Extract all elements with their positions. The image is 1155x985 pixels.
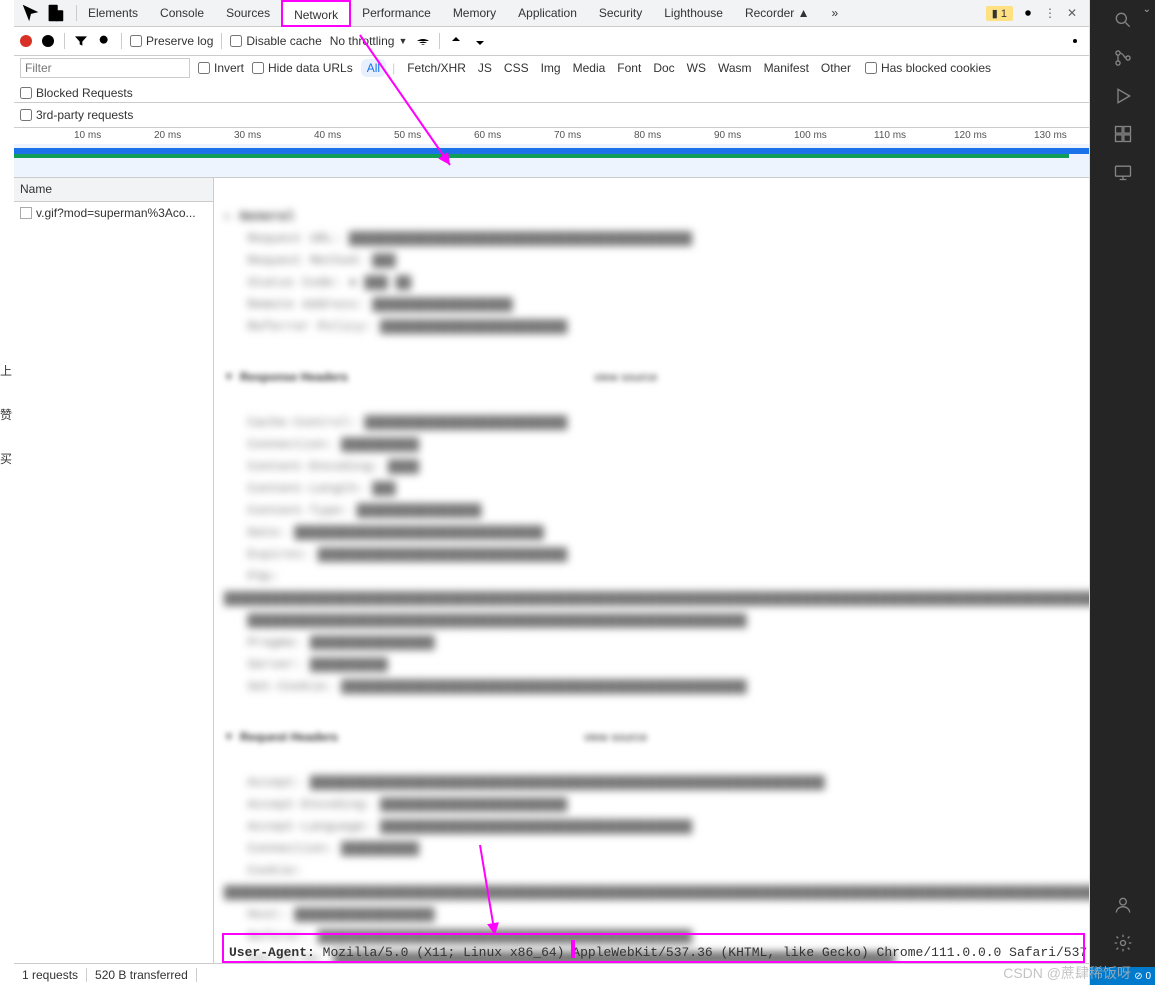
transferred-size: 520 B transferred xyxy=(95,968,197,982)
tab-memory[interactable]: Memory xyxy=(442,0,507,27)
tab-sources[interactable]: Sources xyxy=(215,0,281,27)
statusbar-fragment: ⊘ 0 xyxy=(1090,967,1155,985)
timeline-ruler: 10 ms 20 ms 30 ms 40 ms 50 ms 60 ms 70 m… xyxy=(14,128,1089,144)
network-status-bar: 1 requests 520 B transferred xyxy=(14,963,1089,985)
record-button[interactable] xyxy=(20,35,32,47)
devtools-window: Elements Console Sources Network Perform… xyxy=(14,0,1090,985)
preserve-log-checkbox[interactable]: Preserve log xyxy=(130,34,213,48)
warnings-badge[interactable]: ▮ 1 xyxy=(986,6,1013,21)
resource-type-filters: All | Fetch/XHR JS CSS Img Media Font Do… xyxy=(361,59,857,77)
account-icon[interactable] xyxy=(1109,891,1137,919)
request-name: v.gif?mod=superman%3Aco... xyxy=(36,206,196,220)
request-list: Name v.gif?mod=superman%3Aco... xyxy=(14,178,214,963)
filter-type-all[interactable]: All xyxy=(361,59,386,77)
manage-gear-icon[interactable] xyxy=(1109,929,1137,957)
filter-icon[interactable] xyxy=(73,33,89,49)
search-icon[interactable] xyxy=(1109,6,1137,34)
disable-cache-checkbox[interactable]: Disable cache xyxy=(230,34,321,48)
network-conditions-icon[interactable] xyxy=(415,33,431,49)
tab-elements[interactable]: Elements xyxy=(77,0,149,27)
filter-type-img[interactable]: Img xyxy=(535,59,567,77)
network-toolbar: Preserve log Disable cache No throttling… xyxy=(14,27,1089,56)
devtools-tabstrip: Elements Console Sources Network Perform… xyxy=(14,0,1089,27)
headers-blurred-content: ▸ General Request URL: █████████████████… xyxy=(224,184,1079,360)
request-count: 1 requests xyxy=(22,968,87,982)
filter-type-media[interactable]: Media xyxy=(567,59,612,77)
response-headers-section[interactable]: ▼Response Headersview source xyxy=(224,370,1079,384)
blocked-cookies-checkbox[interactable]: Has blocked cookies xyxy=(865,61,991,75)
filter-type-ws[interactable]: WS xyxy=(681,59,712,77)
invert-checkbox[interactable]: Invert xyxy=(198,61,244,75)
filter-type-wasm[interactable]: Wasm xyxy=(712,59,758,77)
page-left-fragment: 上 赞 买 xyxy=(0,0,14,985)
network-content: Name v.gif?mod=superman%3Aco... ▸ Genera… xyxy=(14,178,1089,963)
filter-type-js[interactable]: JS xyxy=(472,59,498,77)
tab-lighthouse[interactable]: Lighthouse xyxy=(653,0,734,27)
export-har-icon[interactable] xyxy=(472,33,488,49)
device-toggle-icon[interactable] xyxy=(44,2,66,24)
inspect-element-icon[interactable] xyxy=(20,2,42,24)
network-filter-bar: Invert Hide data URLs All | Fetch/XHR JS… xyxy=(14,56,1089,103)
request-details-panel[interactable]: ▸ General Request URL: █████████████████… xyxy=(214,178,1089,963)
filter-type-doc[interactable]: Doc xyxy=(647,59,680,77)
filter-type-css[interactable]: CSS xyxy=(498,59,535,77)
filter-type-other[interactable]: Other xyxy=(815,59,857,77)
name-column-header[interactable]: Name xyxy=(14,178,213,202)
tabs-overflow[interactable]: » xyxy=(821,0,850,27)
third-party-checkbox[interactable]: 3rd-party requests xyxy=(20,108,133,122)
throttling-dropdown[interactable]: No throttling ▼ xyxy=(330,34,408,48)
filter-type-manifest[interactable]: Manifest xyxy=(758,59,815,77)
vscode-activity-bar: ⌄ ⊘ 0 xyxy=(1090,0,1155,985)
network-timeline[interactable]: 10 ms 20 ms 30 ms 40 ms 50 ms 60 ms 70 m… xyxy=(14,128,1089,178)
chevron-down-icon[interactable]: ⌄ xyxy=(1143,4,1151,15)
tab-application[interactable]: Application xyxy=(507,0,588,27)
import-har-icon[interactable] xyxy=(448,33,464,49)
clear-icon[interactable] xyxy=(40,33,56,49)
run-debug-icon[interactable] xyxy=(1109,82,1137,110)
tab-recorder[interactable]: Recorder ▲ xyxy=(734,0,821,27)
source-control-icon[interactable] xyxy=(1109,44,1137,72)
request-headers-section[interactable]: ▼Request Headersview source xyxy=(224,730,1079,744)
search-icon[interactable] xyxy=(97,33,113,49)
network-settings-icon[interactable] xyxy=(1067,33,1083,49)
close-devtools-icon[interactable]: ✕ xyxy=(1061,2,1083,24)
hide-data-urls-checkbox[interactable]: Hide data URLs xyxy=(252,61,353,75)
remote-icon[interactable] xyxy=(1109,158,1137,186)
tab-security[interactable]: Security xyxy=(588,0,653,27)
extensions-icon[interactable] xyxy=(1109,120,1137,148)
kebab-menu-icon[interactable]: ⋮ xyxy=(1039,2,1061,24)
settings-gear-icon[interactable] xyxy=(1017,2,1039,24)
tab-console[interactable]: Console xyxy=(149,0,215,27)
file-icon xyxy=(20,207,32,219)
request-row[interactable]: v.gif?mod=superman%3Aco... xyxy=(14,202,213,224)
network-filter-bar-2: 3rd-party requests xyxy=(14,103,1089,128)
blocked-requests-checkbox[interactable]: Blocked Requests xyxy=(20,86,133,100)
filter-input[interactable] xyxy=(20,58,190,78)
user-agent-header-line: User-Agent: Mozilla/5.0 (X11; Linux x86_… xyxy=(229,945,1089,960)
filter-type-fetch[interactable]: Fetch/XHR xyxy=(401,59,472,77)
tab-performance[interactable]: Performance xyxy=(351,0,442,27)
filter-type-font[interactable]: Font xyxy=(611,59,647,77)
tab-network[interactable]: Network xyxy=(281,0,351,27)
